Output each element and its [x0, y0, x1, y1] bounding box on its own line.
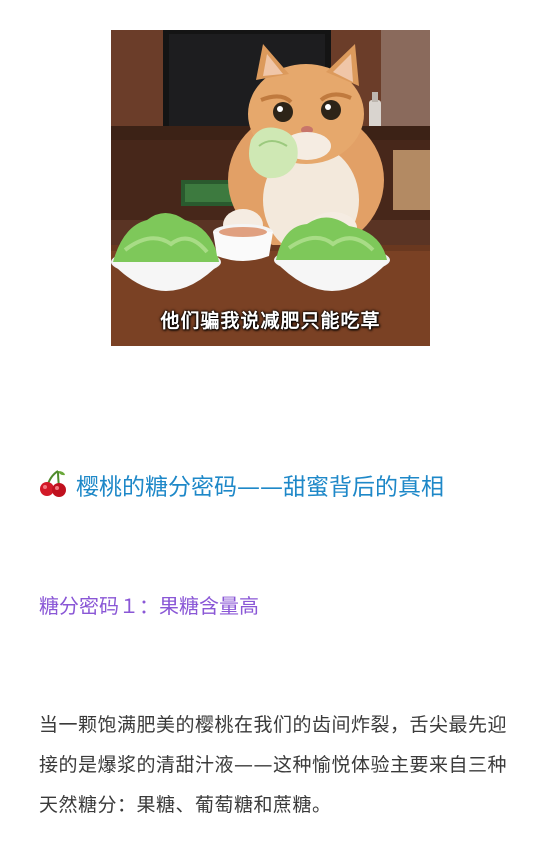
cat-eating-lettuce-photo	[111, 30, 430, 346]
section-heading: 樱桃的糖分密码——甜蜜背后的真相	[38, 468, 518, 508]
subheading: 糖分密码１：果糖含量高	[39, 594, 259, 618]
body-paragraph: 当一颗饱满肥美的樱桃在我们的齿间炸裂，舌尖最先迎接的是爆浆的清甜汁液——这种愉悦…	[39, 714, 508, 816]
meme-caption: 他们骗我说减肥只能吃草	[160, 310, 381, 332]
section-heading-text: 樱桃的糖分密码——甜蜜背后的真相	[76, 474, 444, 501]
meme-image: 他们骗我说减肥只能吃草	[111, 30, 430, 346]
cherry-icon	[38, 468, 68, 508]
